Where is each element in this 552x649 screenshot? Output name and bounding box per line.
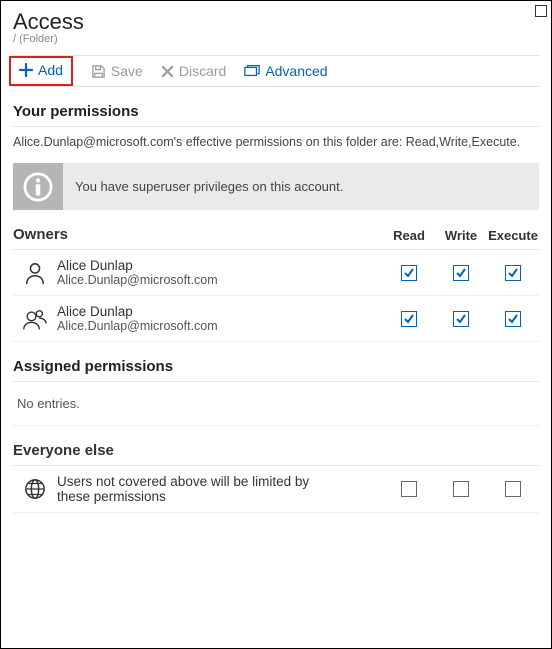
save-icon [91,64,106,79]
everyone-heading: Everyone else [13,442,383,459]
save-button: Save [91,63,143,79]
panel-header: Access / (Folder) [13,9,539,45]
checkbox-read[interactable] [401,481,417,497]
globe-icon [13,478,57,500]
owner-email: Alice.Dunlap@microsoft.com [57,273,383,287]
info-icon [13,163,63,210]
add-button[interactable]: Add [19,62,63,78]
table-row: Alice Dunlap Alice.Dunlap@microsoft.com [13,250,539,296]
owner-name: Alice Dunlap [57,258,383,273]
checkbox-execute[interactable] [505,311,521,327]
checkbox-read[interactable] [401,311,417,327]
your-permissions-heading: Your permissions [13,103,539,127]
group-icon [13,307,57,331]
owners-heading: Owners [13,226,383,243]
info-text: You have superuser privileges on this ac… [63,163,355,210]
everyone-header-row: Everyone else [13,442,539,466]
owners-header-row: Owners Read Write Execute [13,226,539,250]
add-label: Add [38,62,63,78]
owners-section: Owners Read Write Execute Alice Dunlap A… [13,226,539,342]
checkbox-read[interactable] [401,265,417,281]
your-permissions-description: Alice.Dunlap@microsoft.com's effective p… [13,135,539,149]
panel-subtitle: / (Folder) [13,33,539,45]
everyone-else-section: Everyone else Users not covered above wi… [13,442,539,513]
checkbox-write[interactable] [453,311,469,327]
advanced-label: Advanced [265,63,327,79]
col-read: Read [383,228,435,243]
user-icon [13,261,57,285]
table-row: Users not covered above will be limited … [13,466,539,513]
col-execute: Execute [487,228,539,243]
assigned-heading: Assigned permissions [13,358,539,382]
table-row: Alice Dunlap Alice.Dunlap@microsoft.com [13,296,539,342]
checkbox-execute[interactable] [505,265,521,281]
advanced-button[interactable]: Advanced [244,63,327,79]
owner-name: Alice Dunlap [57,304,383,319]
discard-label: Discard [179,63,226,79]
col-write: Write [435,228,487,243]
toolbar: Add Save Discard Advanced [13,55,539,87]
checkbox-write[interactable] [453,265,469,281]
add-highlight: Add [9,56,73,86]
plus-icon [19,63,33,77]
assigned-permissions-section: Assigned permissions No entries. [13,358,539,426]
checkbox-write[interactable] [453,481,469,497]
assigned-empty: No entries. [13,382,539,426]
owner-email: Alice.Dunlap@microsoft.com [57,319,383,333]
your-permissions-section: Your permissions Alice.Dunlap@microsoft.… [13,103,539,210]
everyone-description: Users not covered above will be limited … [57,474,337,504]
advanced-icon [244,64,260,78]
discard-button: Discard [161,63,226,79]
save-label: Save [111,63,143,79]
discard-icon [161,65,174,78]
access-panel: Access / (Folder) Add Save Discard Advan… [0,0,552,649]
checkbox-execute[interactable] [505,481,521,497]
info-bar: You have superuser privileges on this ac… [13,163,539,210]
panel-title: Access [13,9,539,35]
